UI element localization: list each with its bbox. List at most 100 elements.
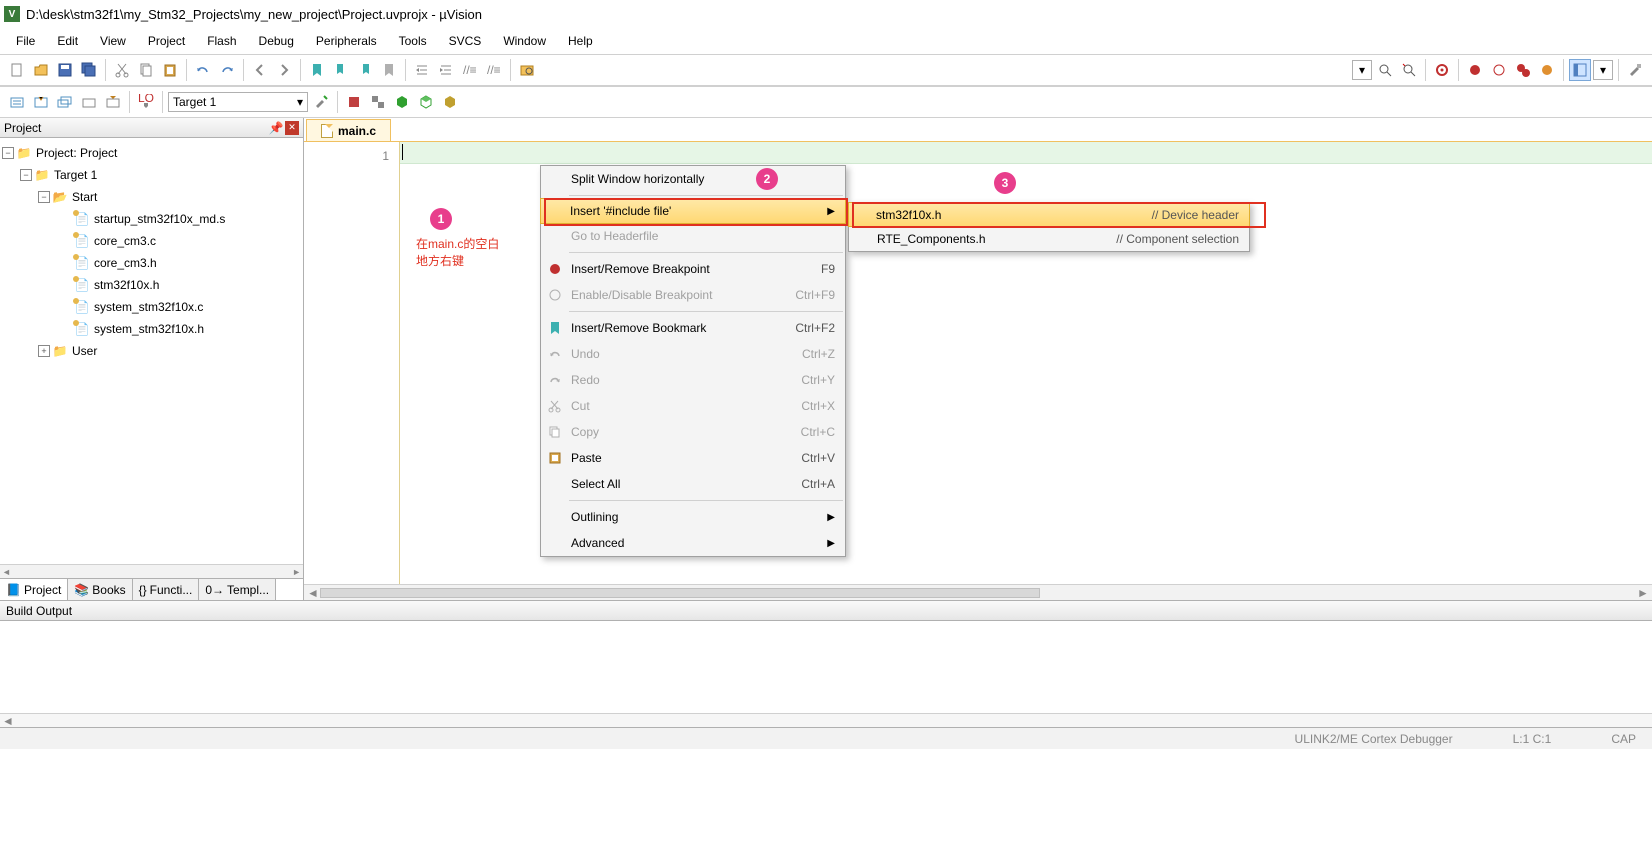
tree-group-label: Start	[72, 190, 97, 204]
rebuild-icon[interactable]	[54, 91, 76, 113]
breakpoint-disable-all-icon[interactable]	[1536, 59, 1558, 81]
context-menu-separator	[569, 500, 843, 501]
new-file-icon[interactable]	[6, 59, 28, 81]
submenu-item-rte[interactable]: RTE_Components.h // Component selection	[849, 226, 1249, 251]
target-selector[interactable]: Target 1▾	[168, 92, 308, 112]
build-output-body[interactable]	[0, 621, 1652, 713]
context-menu-item[interactable]: Insert/Remove BreakpointF9	[541, 256, 845, 282]
menu-file[interactable]: File	[6, 30, 45, 52]
uncomment-icon[interactable]: //≡	[483, 59, 505, 81]
comment-icon[interactable]: //≡	[459, 59, 481, 81]
context-menu-item: Go to Headerfile	[541, 223, 845, 249]
tab-books[interactable]: 📚Books	[68, 579, 132, 600]
bookmark-toggle-icon[interactable]	[306, 59, 328, 81]
translate-icon[interactable]	[6, 91, 28, 113]
context-menu-item[interactable]: Insert/Remove BookmarkCtrl+F2	[541, 315, 845, 341]
breakpoint-insert-icon[interactable]	[1464, 59, 1486, 81]
menu-svcs[interactable]: SVCS	[439, 30, 492, 52]
build-icon[interactable]	[30, 91, 52, 113]
incremental-find-icon[interactable]	[1398, 59, 1420, 81]
download-icon[interactable]: LOAD	[135, 91, 157, 113]
indent-icon[interactable]	[411, 59, 433, 81]
menu-edit[interactable]: Edit	[47, 30, 88, 52]
context-menu-item[interactable]: Advanced▶	[541, 530, 845, 556]
outdent-icon[interactable]	[435, 59, 457, 81]
editor-tab-main-c[interactable]: main.c	[306, 119, 391, 141]
tree-file[interactable]: 📄core_cm3.c	[2, 230, 301, 252]
expander-icon[interactable]: −	[2, 147, 14, 159]
breakpoint-kill-icon[interactable]	[1512, 59, 1534, 81]
open-icon[interactable]	[30, 59, 52, 81]
tree-file[interactable]: 📄system_stm32f10x.h	[2, 318, 301, 340]
tree-file[interactable]: 📄stm32f10x.h	[2, 274, 301, 296]
submenu-item-stm32f10x[interactable]: stm32f10x.h // Device header	[848, 202, 1250, 227]
select-packs-icon[interactable]	[415, 91, 437, 113]
manage-rte-icon[interactable]	[391, 91, 413, 113]
close-icon[interactable]: ✕	[285, 121, 299, 135]
menu-tools[interactable]: Tools	[389, 30, 437, 52]
save-icon[interactable]	[54, 59, 76, 81]
expander-icon[interactable]: +	[38, 345, 50, 357]
tree-file-label: startup_stm32f10x_md.s	[94, 212, 225, 226]
tab-project[interactable]: 📘Project	[0, 579, 68, 600]
expander-icon[interactable]: −	[20, 169, 32, 181]
tree-group-start[interactable]: − 📂 Start	[2, 186, 301, 208]
stop-build-icon[interactable]	[102, 91, 124, 113]
bookmark-prev-icon[interactable]	[330, 59, 352, 81]
menu-view[interactable]: View	[90, 30, 136, 52]
tree-root[interactable]: − 📁 Project: Project	[2, 142, 301, 164]
debug-start-icon[interactable]	[1431, 59, 1453, 81]
editor-hscroll[interactable]: ◄►	[304, 584, 1652, 600]
project-tree[interactable]: − 📁 Project: Project − 📁 Target 1 − 📂 St…	[0, 138, 303, 564]
copy-icon	[547, 424, 563, 440]
batch-build-icon[interactable]	[78, 91, 100, 113]
menu-peripherals[interactable]: Peripherals	[306, 30, 387, 52]
target-icon: 📁	[34, 167, 50, 183]
find-combo[interactable]: ▾	[1352, 60, 1372, 80]
paste-icon[interactable]	[159, 59, 181, 81]
find-in-files-icon[interactable]	[516, 59, 538, 81]
context-menu-item[interactable]: Outlining▶	[541, 504, 845, 530]
tree-file[interactable]: 📄system_stm32f10x.c	[2, 296, 301, 318]
menu-debug[interactable]: Debug	[249, 30, 304, 52]
tab-templates[interactable]: 0→Templ...	[199, 579, 276, 600]
manage-multi-project-icon[interactable]	[367, 91, 389, 113]
pack-installer-icon[interactable]	[439, 91, 461, 113]
breakpoint-disable-icon[interactable]	[1488, 59, 1510, 81]
menu-flash[interactable]: Flash	[197, 30, 246, 52]
expander-icon[interactable]: −	[38, 191, 50, 203]
undo-icon[interactable]	[192, 59, 214, 81]
copy-icon[interactable]	[135, 59, 157, 81]
context-menu-item[interactable]: Insert '#include file'▶	[540, 198, 846, 224]
tree-target[interactable]: − 📁 Target 1	[2, 164, 301, 186]
menu-window[interactable]: Window	[493, 30, 556, 52]
tree-file-label: stm32f10x.h	[94, 278, 159, 292]
context-menu-item[interactable]: Select AllCtrl+A	[541, 471, 845, 497]
context-menu-item[interactable]: PasteCtrl+V	[541, 445, 845, 471]
context-menu-item[interactable]: Split Window horizontally	[541, 166, 845, 192]
menu-help[interactable]: Help	[558, 30, 603, 52]
save-all-icon[interactable]	[78, 59, 100, 81]
nav-back-icon[interactable]	[249, 59, 271, 81]
panel-hscroll[interactable]: ◄►	[0, 564, 303, 578]
tab-functions[interactable]: {}Functi...	[133, 579, 200, 600]
pin-icon[interactable]: 📌	[269, 121, 283, 135]
context-submenu: stm32f10x.h // Device header RTE_Compone…	[848, 202, 1250, 252]
tree-file[interactable]: 📄core_cm3.h	[2, 252, 301, 274]
layout-dropdown[interactable]: ▾	[1593, 60, 1613, 80]
bookmark-next-icon[interactable]	[354, 59, 376, 81]
cut-icon[interactable]	[111, 59, 133, 81]
tree-file[interactable]: 📄startup_stm32f10x_md.s	[2, 208, 301, 230]
redo-icon[interactable]	[216, 59, 238, 81]
file-extensions-icon[interactable]	[343, 91, 365, 113]
window-layout-icon[interactable]	[1569, 59, 1591, 81]
configure-icon[interactable]	[1624, 59, 1646, 81]
menu-project[interactable]: Project	[138, 30, 195, 52]
bookmark-clear-icon[interactable]	[378, 59, 400, 81]
build-output-hscroll[interactable]: ◄	[0, 713, 1652, 727]
nav-forward-icon[interactable]	[273, 59, 295, 81]
tree-group-user[interactable]: + 📁 User	[2, 340, 301, 362]
annotation-badge-3: 3	[994, 172, 1016, 194]
target-options-icon[interactable]	[310, 91, 332, 113]
find-icon[interactable]	[1374, 59, 1396, 81]
